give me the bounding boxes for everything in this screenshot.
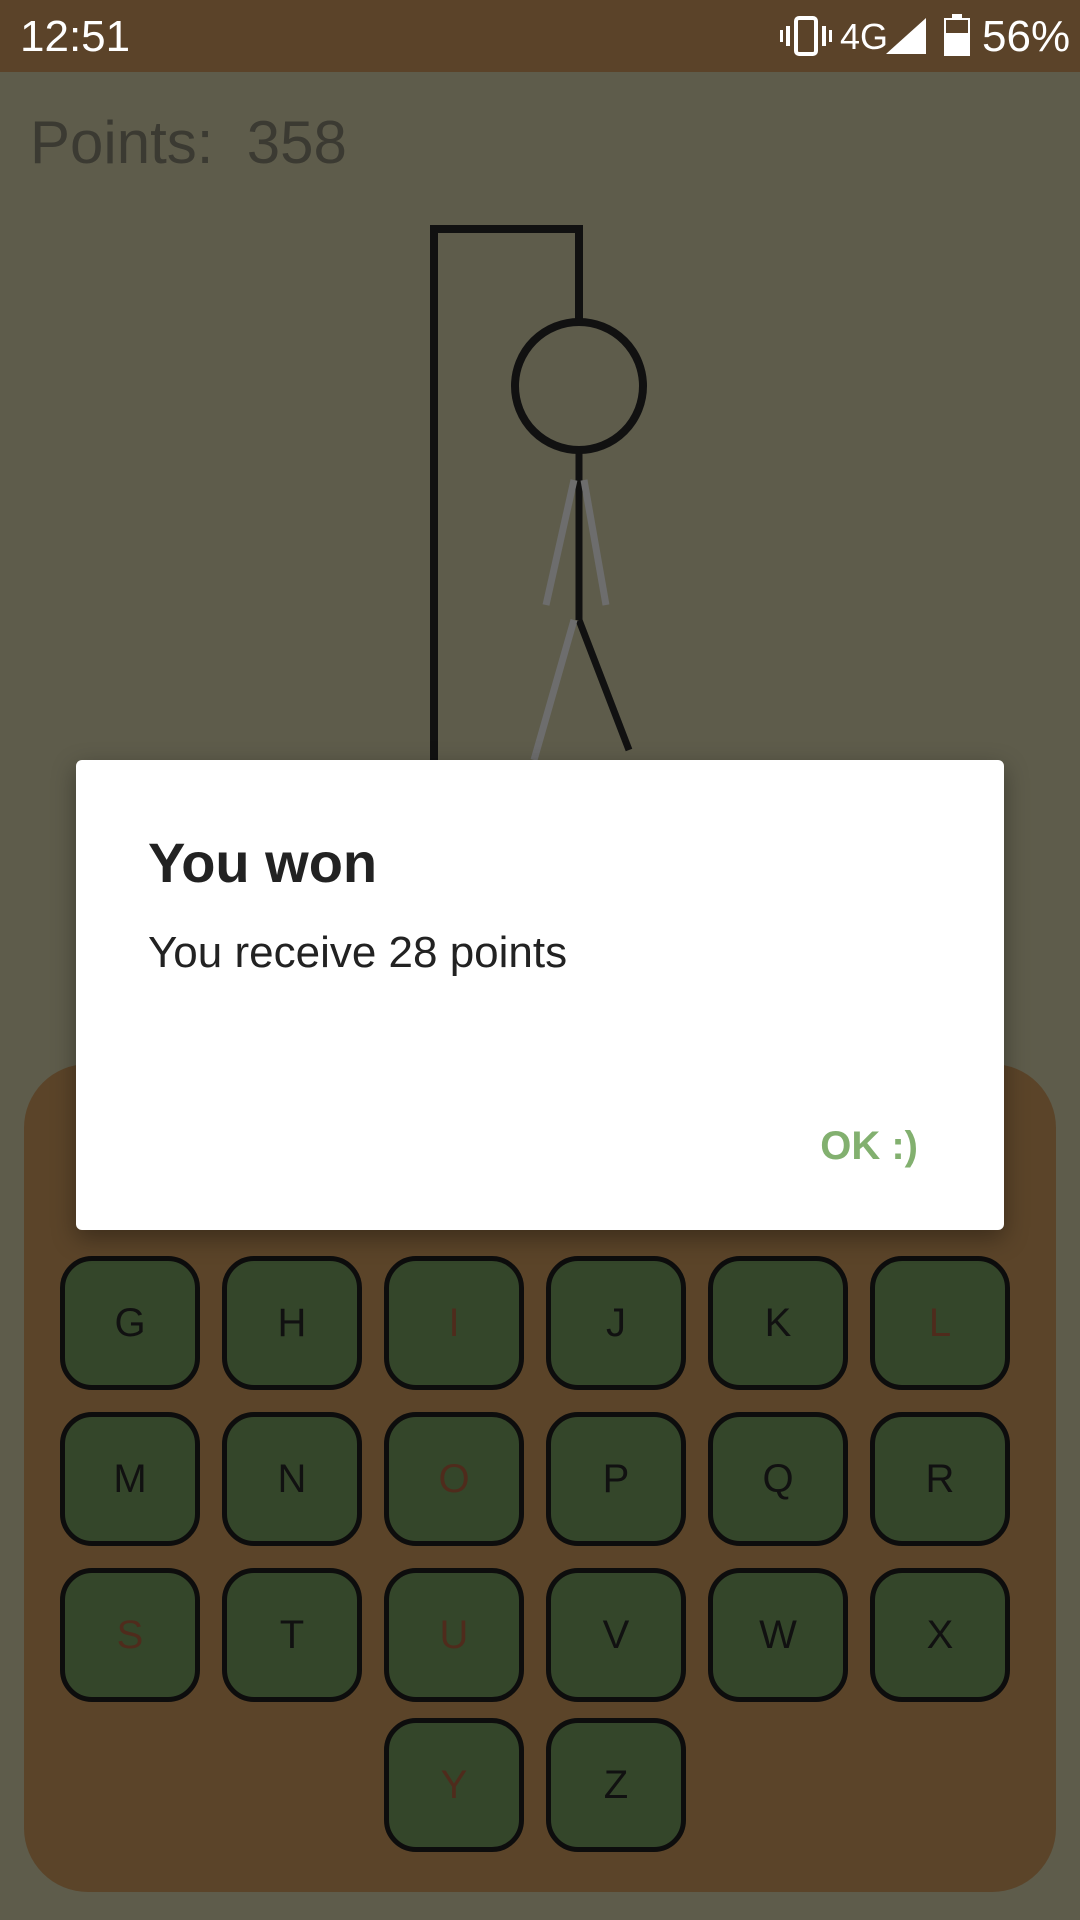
key-u[interactable]: U: [384, 1568, 524, 1702]
key-z[interactable]: Z: [546, 1718, 686, 1852]
key-x[interactable]: X: [870, 1568, 1010, 1702]
key-w[interactable]: W: [708, 1568, 848, 1702]
ok-button[interactable]: OK :): [820, 1124, 918, 1169]
key-j[interactable]: J: [546, 1256, 686, 1390]
key-i[interactable]: I: [384, 1256, 524, 1390]
win-dialog: You won You receive 28 points OK :): [76, 760, 1004, 1230]
key-g[interactable]: G: [60, 1256, 200, 1390]
key-y[interactable]: Y: [384, 1718, 524, 1852]
hangman-arm-right-faded: [580, 479, 610, 606]
dialog-title: You won: [148, 831, 378, 894]
dialog-message: You receive 28 points: [148, 928, 568, 977]
key-q[interactable]: Q: [708, 1412, 848, 1546]
gallows-frame: [430, 225, 583, 780]
key-h[interactable]: H: [222, 1256, 362, 1390]
hangman-leg-right: [575, 618, 633, 752]
key-v[interactable]: V: [546, 1568, 686, 1702]
key-t[interactable]: T: [222, 1568, 362, 1702]
key-n[interactable]: N: [222, 1412, 362, 1546]
key-l[interactable]: L: [870, 1256, 1010, 1390]
key-s[interactable]: S: [60, 1568, 200, 1702]
key-k[interactable]: K: [708, 1256, 848, 1390]
key-m[interactable]: M: [60, 1412, 200, 1546]
hangman-head: [511, 318, 647, 454]
hangman-leg-left-faded: [530, 619, 578, 761]
hangman-arm-left-faded: [542, 479, 578, 606]
hangman-drawing: [430, 225, 647, 780]
key-o[interactable]: O: [384, 1412, 524, 1546]
key-r[interactable]: R: [870, 1412, 1010, 1546]
key-p[interactable]: P: [546, 1412, 686, 1546]
